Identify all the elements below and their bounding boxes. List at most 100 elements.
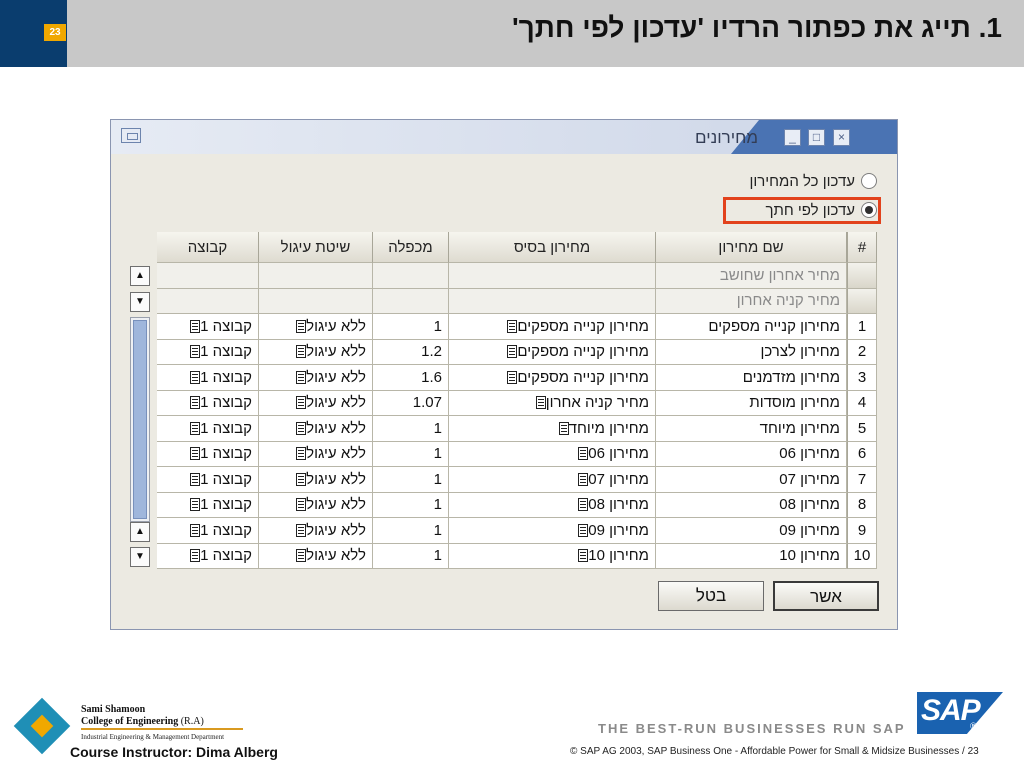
cell-base-list[interactable]: מחירון קנייה מספקים [449, 365, 656, 391]
table-row[interactable]: 1 מחירון קנייה מספקים מחירון קנייה מספקים 1… [157, 314, 877, 340]
row-number-cell[interactable] [847, 288, 877, 314]
list-picker-icon[interactable] [578, 498, 589, 512]
cell-rounding[interactable]: ללא עיגול [259, 543, 373, 569]
row-number-cell[interactable]: 7 [847, 467, 877, 493]
list-picker-icon[interactable] [507, 319, 518, 333]
scrollbar-thumb[interactable] [133, 320, 147, 519]
cell-group[interactable]: קבוצה 1 [157, 492, 259, 518]
row-number-cell[interactable]: 4 [847, 390, 877, 416]
table-row[interactable]: 6 מחירון 06 מחירון 06 1 ללא עיגול קבוצה 1 [157, 441, 877, 467]
scroll-up-special-button[interactable]: ▲ [130, 266, 150, 286]
cell-group[interactable]: קבוצה 1 [157, 390, 259, 416]
list-picker-icon[interactable] [507, 370, 518, 384]
cell-factor[interactable]: 1.2 [373, 339, 449, 365]
cell-name[interactable]: מחירון 09 [656, 518, 847, 544]
cell-base-list[interactable]: מחירון 07 [449, 467, 656, 493]
list-picker-icon[interactable] [190, 319, 201, 333]
cell-rounding[interactable]: ללא עיגול [259, 314, 373, 340]
col-header-rounding[interactable]: שיטת עיגול [259, 232, 373, 263]
cell-rounding[interactable]: ללא עיגול [259, 339, 373, 365]
list-picker-icon[interactable] [190, 370, 201, 384]
cell-base-list[interactable]: מחירון 08 [449, 492, 656, 518]
list-picker-icon[interactable] [578, 472, 589, 486]
list-picker-icon[interactable] [558, 421, 569, 435]
cell-name[interactable]: מחירון 07 [656, 467, 847, 493]
row-number-cell[interactable]: 1 [847, 314, 877, 340]
list-picker-icon[interactable] [190, 421, 201, 435]
row-number-cell[interactable]: 5 [847, 416, 877, 442]
list-picker-icon[interactable] [190, 523, 201, 537]
window-menu-icon[interactable] [121, 128, 141, 143]
cell-name[interactable]: מחירון 10 [656, 543, 847, 569]
cell-factor[interactable]: 1 [373, 492, 449, 518]
cell-factor[interactable]: 1 [373, 416, 449, 442]
list-picker-icon[interactable] [296, 472, 307, 486]
cell-rounding[interactable]: ללא עיגול [259, 518, 373, 544]
ok-button[interactable]: אשר [773, 581, 879, 611]
col-header-factor[interactable]: מכפלה [373, 232, 449, 263]
radio-update-all[interactable]: עדכון כל המחירון [749, 170, 877, 192]
list-picker-icon[interactable] [296, 421, 307, 435]
col-header-name[interactable]: שם מחירון [656, 232, 847, 263]
restore-icon[interactable]: □ [808, 129, 825, 146]
cell-base-list[interactable]: מחירון קנייה מספקים [449, 339, 656, 365]
cell-name[interactable]: מחירון 06 [656, 441, 847, 467]
cell-name[interactable]: מחירון מוסדות [656, 390, 847, 416]
table-row[interactable]: 2 מחירון לצרכן מחירון קנייה מספקים 1.2 ללא ע… [157, 339, 877, 365]
grid-scrollbar[interactable] [130, 317, 150, 522]
table-row[interactable]: 8 מחירון 08 מחירון 08 1 ללא עיגול קבוצה 1 [157, 492, 877, 518]
cell-group[interactable]: קבוצה 1 [157, 467, 259, 493]
list-picker-icon[interactable] [578, 447, 589, 461]
scroll-down-special-button[interactable]: ▼ [130, 292, 150, 312]
list-picker-icon[interactable] [296, 447, 307, 461]
table-row[interactable]: 9 מחירון 09 מחירון 09 1 ללא עיגול קבוצה 1 [157, 518, 877, 544]
cell-rounding[interactable]: ללא עיגול [259, 467, 373, 493]
cell-group[interactable]: קבוצה 1 [157, 416, 259, 442]
cell-rounding[interactable]: ללא עיגול [259, 390, 373, 416]
cell-factor[interactable]: 1 [373, 518, 449, 544]
list-picker-icon[interactable] [507, 345, 518, 359]
scroll-down-button[interactable]: ▼ [130, 547, 150, 567]
cell-rounding[interactable]: ללא עיגול [259, 365, 373, 391]
row-number-cell[interactable]: 9 [847, 518, 877, 544]
cell-group[interactable]: קבוצה 1 [157, 441, 259, 467]
cell-name[interactable]: מחירון מזדמנים [656, 365, 847, 391]
cell-group[interactable]: קבוצה 1 [157, 339, 259, 365]
cell-rounding[interactable]: ללא עיגול [259, 441, 373, 467]
list-picker-icon[interactable] [190, 345, 201, 359]
row-number-cell[interactable]: 6 [847, 441, 877, 467]
list-picker-icon[interactable] [190, 396, 201, 410]
table-row[interactable]: 3 מחירון מזדמנים מחירון קנייה מספקים 1.6 ללא… [157, 365, 877, 391]
list-picker-icon[interactable] [296, 549, 307, 563]
col-header-group[interactable]: קבוצה [157, 232, 259, 263]
col-header-base[interactable]: מחירון בסיס [449, 232, 656, 263]
cell-rounding[interactable]: ללא עיגול [259, 416, 373, 442]
cell-factor[interactable]: 1 [373, 467, 449, 493]
cell-name[interactable]: מחירון 08 [656, 492, 847, 518]
list-picker-icon[interactable] [190, 498, 201, 512]
cell-base-list[interactable]: מחירון 06 [449, 441, 656, 467]
row-number-cell[interactable]: 10 [847, 543, 877, 569]
cell-factor[interactable]: 1.07 [373, 390, 449, 416]
cell-factor[interactable]: 1.6 [373, 365, 449, 391]
table-row[interactable]: 4 מחירון מוסדות מחיר קניה אחרון 1.07 ללא עיג… [157, 390, 877, 416]
table-row[interactable]: 7 מחירון 07 מחירון 07 1 ללא עיגול קבוצה 1 [157, 467, 877, 493]
cell-base-list[interactable]: מחירון 09 [449, 518, 656, 544]
cell-group[interactable]: קבוצה 1 [157, 314, 259, 340]
cell-factor[interactable]: 1 [373, 543, 449, 569]
list-picker-icon[interactable] [190, 472, 201, 486]
row-number-cell[interactable]: 3 [847, 365, 877, 391]
table-row[interactable]: 10 מחירון 10 מחירון 10 1 ללא עיגול קבוצה 1 [157, 543, 877, 569]
close-icon[interactable]: × [833, 129, 850, 146]
list-picker-icon[interactable] [296, 370, 307, 384]
cell-name[interactable]: מחירון מיוחד [656, 416, 847, 442]
list-picker-icon[interactable] [296, 345, 307, 359]
list-picker-icon[interactable] [535, 396, 546, 410]
row-number-cell[interactable] [847, 263, 877, 289]
cell-factor[interactable]: 1 [373, 441, 449, 467]
cell-group[interactable]: קבוצה 1 [157, 365, 259, 391]
list-picker-icon[interactable] [190, 549, 201, 563]
radio-button-unselected[interactable] [861, 173, 877, 189]
list-picker-icon[interactable] [296, 523, 307, 537]
cell-rounding[interactable]: ללא עיגול [259, 492, 373, 518]
